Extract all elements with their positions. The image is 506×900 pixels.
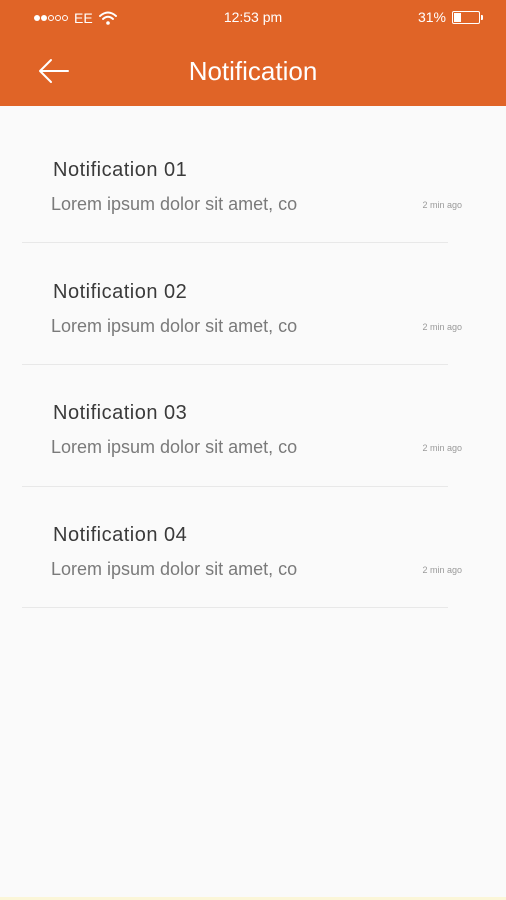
notification-item[interactable]: Notification 02 Lorem ipsum dolor sit am… <box>0 228 506 350</box>
battery-tip <box>481 14 483 20</box>
notification-time: 2 min ago <box>422 564 462 575</box>
notification-item[interactable]: Notification 01 Lorem ipsum dolor sit am… <box>0 106 506 228</box>
notification-item[interactable]: Notification 03 Lorem ipsum dolor sit am… <box>0 349 506 471</box>
notification-time: 2 min ago <box>422 200 462 210</box>
battery-fill <box>454 12 461 22</box>
notification-body: Lorem ipsum dolor sit amet, co <box>51 315 298 336</box>
notification-time: 2 min ago <box>422 321 462 332</box>
notification-title: Notification 04 <box>53 523 188 546</box>
notification-title: Notification 01 <box>53 159 188 181</box>
app-screen: EE 12:53 pm 31% Notification Notificatio… <box>0 0 506 900</box>
app-header: EE 12:53 pm 31% Notification <box>0 0 506 106</box>
notification-item[interactable]: Notification 04 Lorem ipsum dolor sit am… <box>0 471 506 593</box>
notification-list: Notification 01 Lorem ipsum dolor sit am… <box>0 106 506 592</box>
list-divider <box>22 607 448 608</box>
list-divider <box>22 242 448 243</box>
battery-icon <box>452 10 483 24</box>
notification-title: Notification 02 <box>53 280 188 303</box>
notification-time: 2 min ago <box>422 443 462 453</box>
notification-body: Lorem ipsum dolor sit amet, co <box>51 558 298 579</box>
notification-title: Notification 03 <box>53 402 188 424</box>
page-title: Notification <box>188 56 318 86</box>
battery-percentage: 31% <box>417 9 446 25</box>
list-divider <box>22 486 448 487</box>
notification-body: Lorem ipsum dolor sit amet, co <box>51 194 298 214</box>
status-bar: EE 12:53 pm 31% <box>0 0 506 36</box>
status-right: 31% <box>417 9 483 25</box>
notification-body: Lorem ipsum dolor sit amet, co <box>51 437 298 457</box>
list-divider <box>22 364 448 365</box>
